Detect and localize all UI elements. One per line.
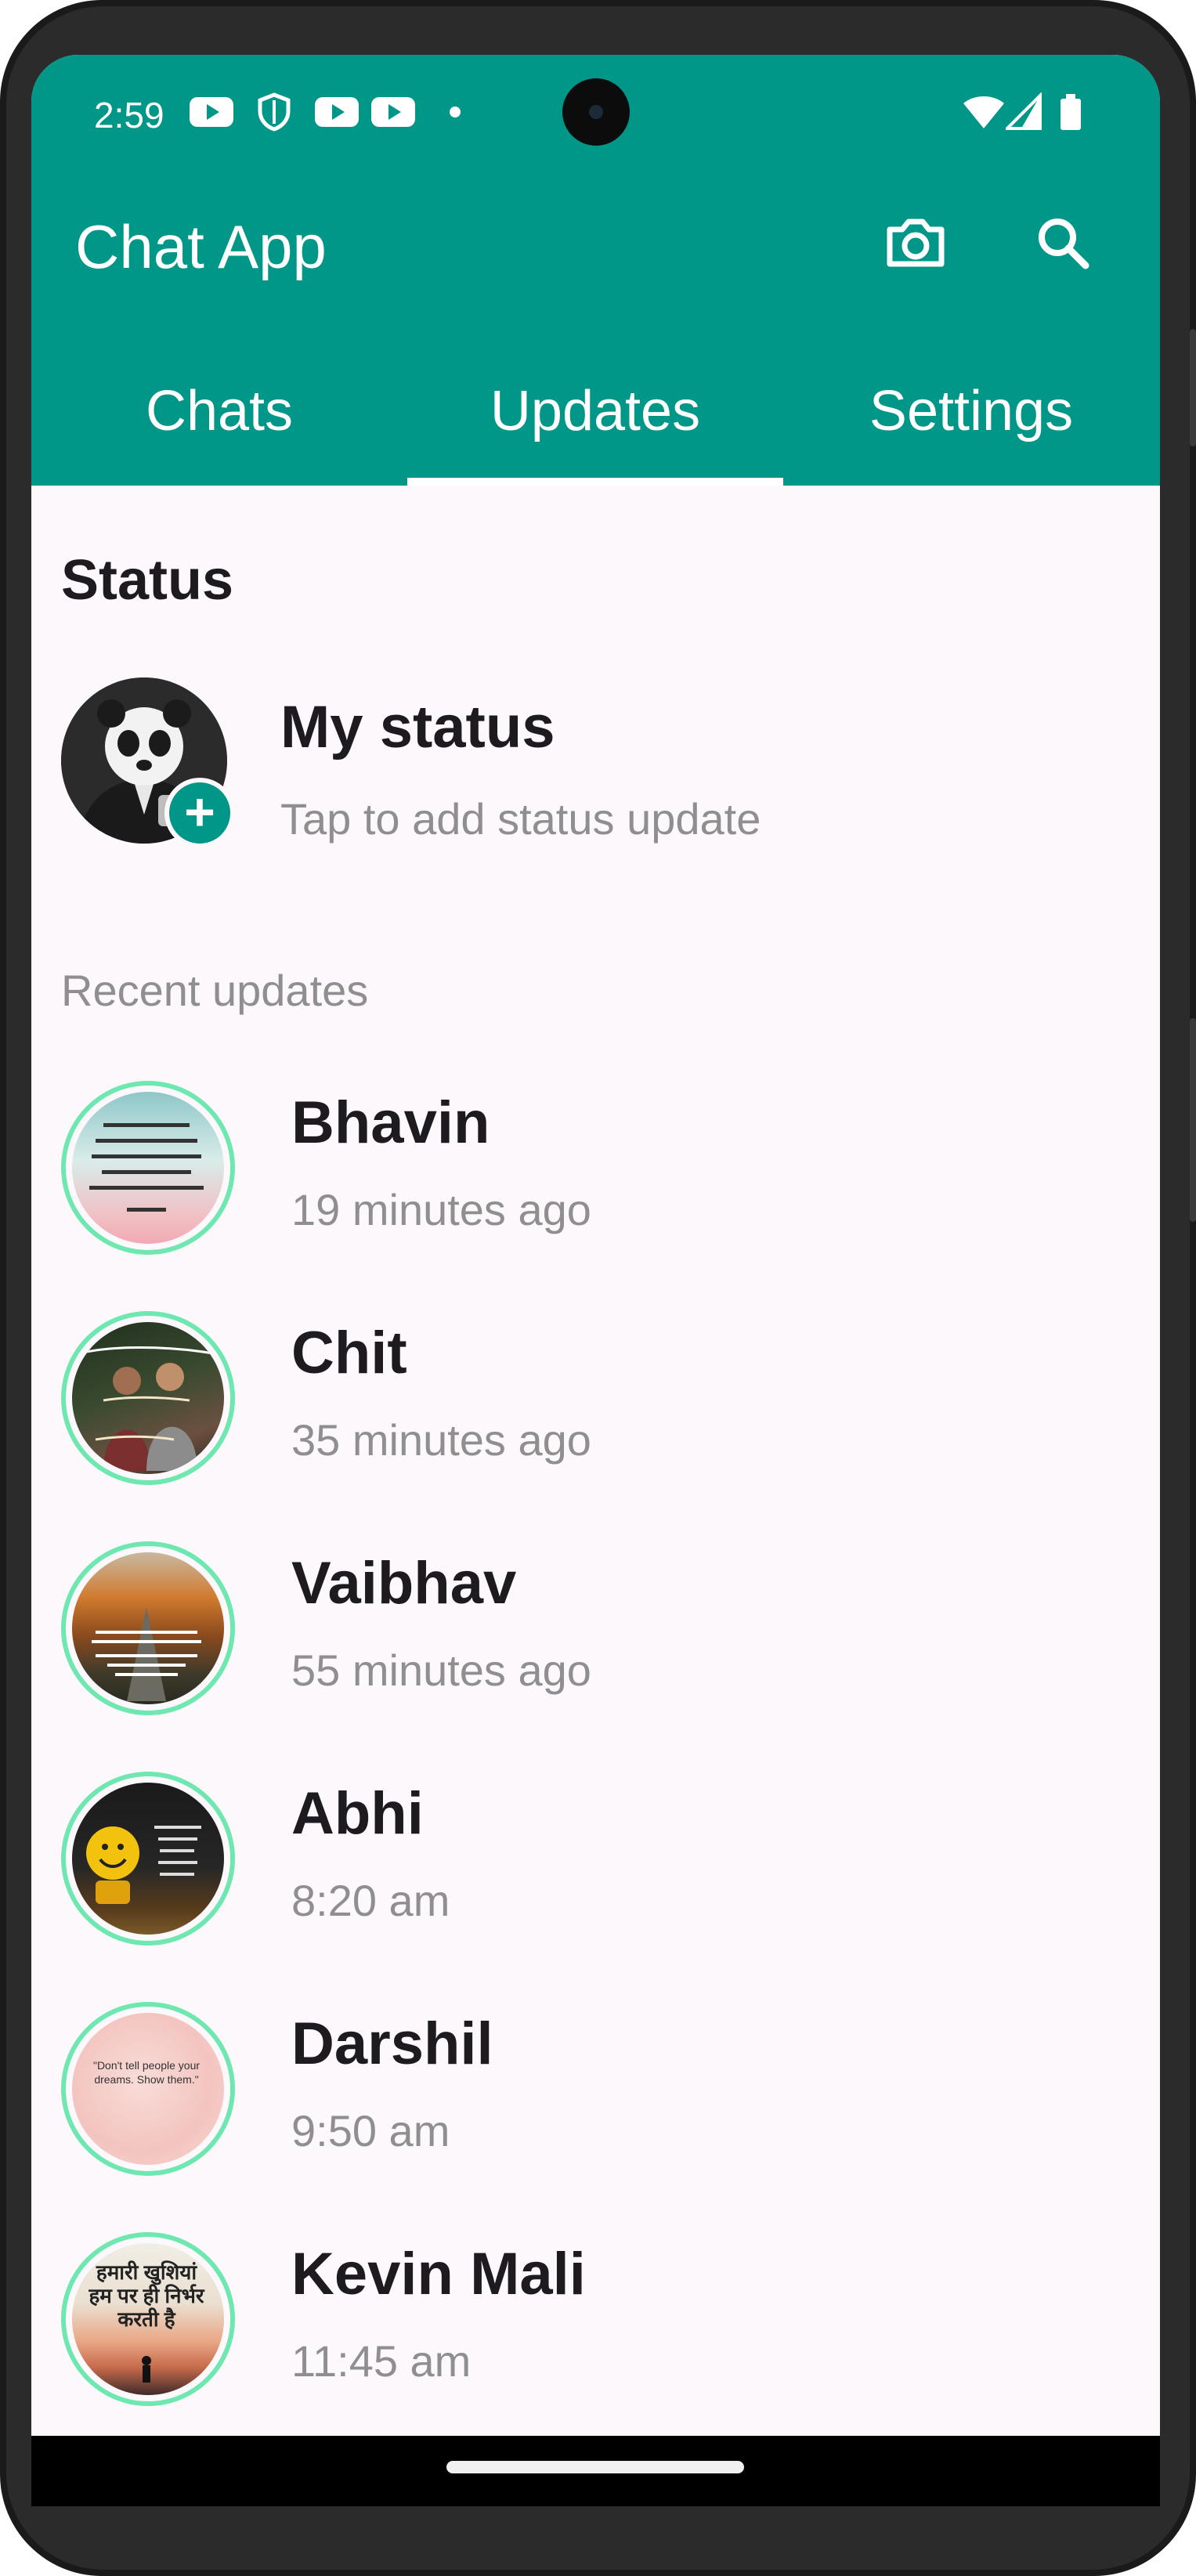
status-item[interactable]: Bhavin 19 minutes ago <box>31 1081 1160 1261</box>
volume-button <box>1190 1018 1196 1222</box>
youtube-icon <box>371 97 415 127</box>
camera-icon[interactable] <box>873 200 959 286</box>
status-thumbnail <box>61 1772 235 1946</box>
battery-icon <box>1061 94 1081 130</box>
status-quote: "Don't tell people your dreams. Show the… <box>92 2059 201 2086</box>
shield-icon <box>258 92 291 132</box>
status-thumbnail <box>61 1081 235 1255</box>
my-status-subtitle: Tap to add status update <box>280 794 761 844</box>
status-thumbnail <box>61 1541 235 1715</box>
navigation-bar <box>31 2436 1160 2506</box>
status-item[interactable]: Chit 35 minutes ago <box>31 1311 1160 1491</box>
status-thumbnail: "Don't tell people your dreams. Show the… <box>61 2002 235 2176</box>
dot-icon <box>450 107 461 117</box>
status-time: 8:20 am <box>291 1876 450 1925</box>
tab-chats[interactable]: Chats <box>31 368 407 486</box>
home-gesture-handle[interactable] <box>446 2461 744 2473</box>
status-thumbnail <box>61 1311 235 1485</box>
status-item[interactable]: हमारी खुशियां हम पर ही निर्भर करती है Ke… <box>31 2232 1160 2412</box>
status-name: Kevin Mali <box>291 2241 586 2307</box>
recent-updates-label: Recent updates <box>61 966 369 1015</box>
status-time: 9:50 am <box>291 2106 450 2155</box>
tab-indicator <box>407 478 783 486</box>
status-time: 55 minutes ago <box>291 1646 591 1695</box>
my-status-name: My status <box>280 694 555 761</box>
status-time: 2:59 <box>94 95 164 135</box>
app-title: Chat App <box>75 212 327 281</box>
app-bar: 2:59 Chat App Chats Updates Settings <box>31 55 1160 486</box>
tab-bar: Chats Updates Settings <box>31 368 1160 486</box>
status-item[interactable]: Abhi 8:20 am <box>31 1772 1160 1952</box>
screen: 2:59 Chat App Chats Updates Settings Sta… <box>31 55 1160 2491</box>
status-thumbnail: हमारी खुशियां हम पर ही निर्भर करती है <box>61 2232 235 2406</box>
front-camera <box>562 78 630 146</box>
status-name: Darshil <box>291 2011 493 2077</box>
status-name: Chit <box>291 1320 407 1386</box>
status-time: 11:45 am <box>291 2336 472 2386</box>
tab-updates[interactable]: Updates <box>407 368 783 486</box>
status-item[interactable]: "Don't tell people your dreams. Show the… <box>31 2002 1160 2182</box>
youtube-icon <box>315 97 359 127</box>
status-bar: 2:59 <box>31 55 1160 172</box>
add-status-icon[interactable]: + <box>164 778 235 848</box>
status-section-title: Status <box>61 549 234 612</box>
wifi-icon <box>963 96 1004 128</box>
status-item[interactable]: Vaibhav 55 minutes ago <box>31 1541 1160 1722</box>
status-name: Abhi <box>291 1780 424 1847</box>
tab-settings[interactable]: Settings <box>783 368 1159 486</box>
status-name: Vaibhav <box>291 1550 517 1617</box>
status-name: Bhavin <box>291 1089 490 1156</box>
status-time: 35 minutes ago <box>291 1415 591 1465</box>
youtube-icon <box>190 97 233 127</box>
search-icon[interactable] <box>1020 200 1106 286</box>
signal-icon <box>1006 92 1042 130</box>
my-status-row[interactable]: + My status Tap to add status update <box>31 677 1160 850</box>
power-button <box>1190 329 1196 446</box>
status-time: 19 minutes ago <box>291 1185 591 1234</box>
